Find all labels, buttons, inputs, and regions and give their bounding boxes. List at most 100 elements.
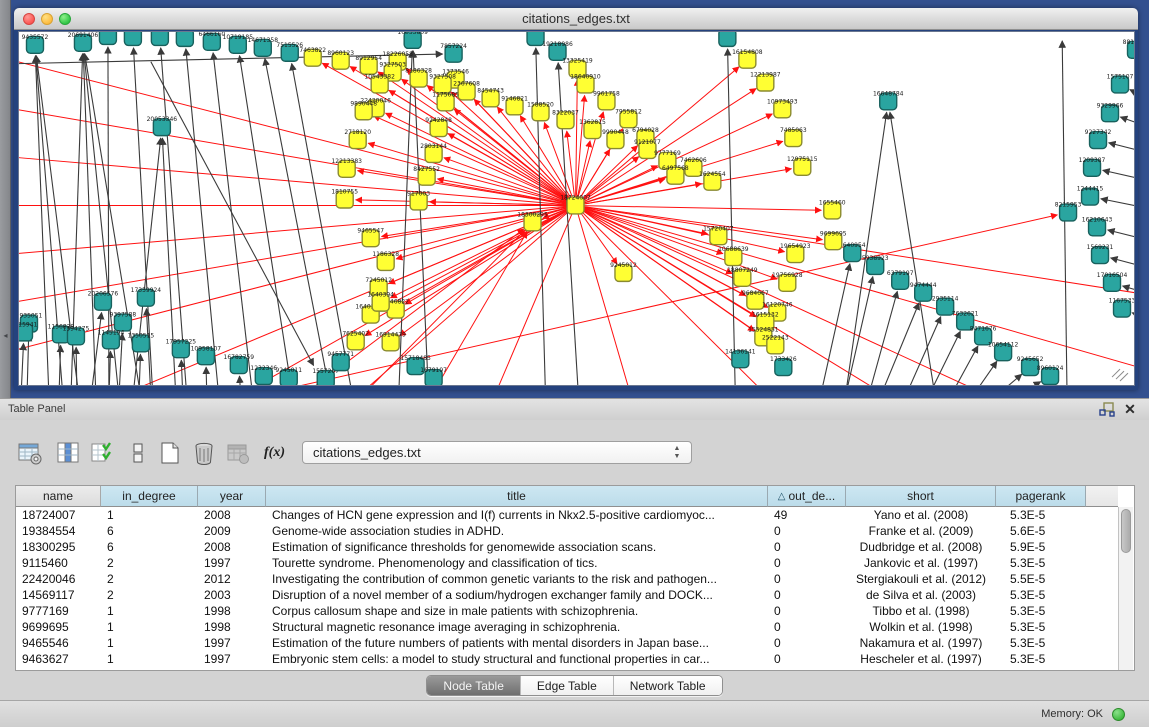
graph-node[interactable]: 10654112 — [988, 341, 1019, 360]
graph-node-selected[interactable]: 9961758 — [593, 90, 620, 109]
cell-in_degree[interactable]: 2 — [101, 555, 198, 571]
graph-node-selected[interactable]: 16154808 — [732, 49, 763, 68]
graph-node-selected[interactable]: 10688639 — [718, 246, 749, 265]
cell-name[interactable]: 9463627 — [16, 651, 101, 667]
graph-node-selected[interactable]: 8454743 — [477, 88, 504, 107]
table-row[interactable]: 1938455462009Genome-wide association stu… — [16, 523, 1118, 539]
cell-pagerank[interactable]: 5.3E-5 — [996, 555, 1086, 571]
cell-short[interactable]: Nakamura et al. (1997) — [846, 635, 996, 651]
table-row[interactable]: 946554611997Estimation of the future num… — [16, 635, 1118, 651]
column-header-name[interactable]: name — [16, 486, 101, 507]
window-titlebar[interactable]: citations_edges.txt — [14, 8, 1138, 30]
cell-year[interactable]: 2012 — [198, 571, 266, 587]
graph-node-selected[interactable]: 9245012 — [610, 262, 637, 281]
cell-year[interactable]: 2003 — [198, 587, 266, 603]
new-table-icon[interactable] — [158, 441, 182, 465]
graph-node[interactable]: 1167533 — [1109, 298, 1134, 317]
graph-node[interactable]: 8215953 — [1055, 202, 1082, 221]
cell-name[interactable]: 14569117 — [16, 587, 101, 603]
cell-pagerank[interactable]: 5.9E-5 — [996, 539, 1086, 555]
cell-name[interactable]: 9777169 — [16, 603, 101, 619]
cell-title[interactable]: Embryonic stem cells: a model to study s… — [266, 651, 768, 667]
cell-title[interactable]: Corpus callosum shape and size in male p… — [266, 603, 768, 619]
cell-pagerank[interactable]: 5.3E-5 — [996, 619, 1086, 635]
graph-node-selected[interactable]: 2718120 — [344, 129, 371, 148]
cell-year[interactable]: 2009 — [198, 523, 266, 539]
table-panel-header[interactable]: Table Panel ✕ — [0, 399, 1149, 420]
graph-node-selected[interactable]: 1186328 — [372, 251, 399, 270]
table-select-dropdown[interactable]: citations_edges.txt ▲▼ — [302, 441, 692, 464]
import-table-icon[interactable] — [226, 441, 250, 465]
column-header-year[interactable]: year — [198, 486, 266, 507]
graph-node[interactable]: 1527602 — [172, 32, 199, 46]
cell-pagerank[interactable]: 5.3E-5 — [996, 651, 1086, 667]
cell-short[interactable]: Yano et al. (2008) — [846, 507, 996, 523]
cell-name[interactable]: 18724007 — [16, 507, 101, 523]
table-header-row[interactable]: namein_degreeyeartitle△out_de...shortpag… — [16, 486, 1118, 507]
table-row[interactable]: 946362711997Embryonic stem cells: a mode… — [16, 651, 1118, 667]
side-panel-edge[interactable]: ◂ — [0, 0, 11, 398]
table-row[interactable]: 2242004622012Investigating the contribut… — [16, 571, 1118, 587]
cell-out_de[interactable]: 0 — [768, 619, 846, 635]
graph-node-selected[interactable]: 917003 — [407, 191, 430, 210]
table-row[interactable]: 1872400712008Changes of HCN gene express… — [16, 507, 1118, 523]
cell-out_de[interactable]: 0 — [768, 571, 846, 587]
cell-pagerank[interactable]: 5.6E-5 — [996, 523, 1086, 539]
graph-node-selected[interactable]: 10973493 — [767, 98, 798, 117]
tab-segmented-control[interactable]: Node TableEdge TableNetwork Table — [426, 675, 722, 696]
graph-node-selected[interactable]: 8912954 — [355, 55, 382, 74]
cell-in_degree[interactable]: 1 — [101, 619, 198, 635]
select-rows-icon[interactable] — [90, 441, 114, 465]
graph-node[interactable]: 7857224 — [440, 43, 467, 62]
graph-node[interactable]: 9463627 — [120, 32, 147, 45]
column-header-out_de[interactable]: △out_de... — [768, 486, 846, 507]
collapse-panel-icon[interactable]: ◂ — [1, 330, 10, 342]
cell-title[interactable]: Structural magnetic resonance image aver… — [266, 619, 768, 635]
cell-name[interactable]: 22420046 — [16, 571, 101, 587]
graph-node-selected[interactable]: 8322037 — [552, 109, 579, 128]
cell-name[interactable]: 9465546 — [16, 635, 101, 651]
cell-pagerank[interactable]: 5.5E-5 — [996, 571, 1086, 587]
delete-table-icon[interactable] — [192, 441, 216, 465]
column-header-pagerank[interactable]: pagerank — [996, 486, 1086, 507]
tab-node-table[interactable]: Node Table — [427, 676, 521, 695]
graph-node[interactable]: 1575107 — [1107, 74, 1134, 93]
table-vertical-scrollbar[interactable] — [1118, 507, 1133, 670]
graph-node[interactable]: 9245011 — [275, 367, 302, 385]
table-rows[interactable]: 1872400712008Changes of HCN gene express… — [16, 507, 1118, 670]
cell-in_degree[interactable]: 1 — [101, 603, 198, 619]
cell-out_de[interactable]: 0 — [768, 603, 846, 619]
float-panel-icon[interactable] — [1099, 402, 1115, 417]
graph-node[interactable]: 20691406 — [68, 32, 99, 51]
table-row[interactable]: 969969511998Structural magnetic resonanc… — [16, 619, 1118, 635]
network-canvas[interactable]: 9435572206914069465546946362710653287152… — [18, 31, 1135, 386]
cell-out_de[interactable]: 0 — [768, 651, 846, 667]
cell-name[interactable]: 9115460 — [16, 555, 101, 571]
cell-pagerank[interactable]: 5.3E-5 — [996, 507, 1086, 523]
cell-name[interactable]: 9699695 — [16, 619, 101, 635]
cell-out_de[interactable]: 0 — [768, 587, 846, 603]
cell-year[interactable]: 2008 — [198, 507, 266, 523]
cell-out_de[interactable]: 0 — [768, 523, 846, 539]
graph-node[interactable]: 9397588 — [110, 312, 137, 331]
graph-node[interactable]: 16648784 — [873, 90, 904, 109]
cell-year[interactable]: 1997 — [198, 555, 266, 571]
cell-short[interactable]: Wolkin et al. (1998) — [846, 619, 996, 635]
function-builder-icon[interactable]: f(x) — [264, 441, 294, 465]
network-view-window[interactable]: citations_edges.txt 94355722069140694655… — [14, 8, 1138, 390]
graph-node-selected[interactable]: 2803144 — [420, 143, 447, 162]
graph-node[interactable]: 5938923 — [862, 255, 889, 274]
graph-node[interactable]: 9465546 — [95, 32, 122, 44]
cell-short[interactable]: Stergiakouli et al. (2012) — [846, 571, 996, 587]
cell-short[interactable]: Franke et al. (2009) — [846, 523, 996, 539]
cell-year[interactable]: 2008 — [198, 539, 266, 555]
cell-in_degree[interactable]: 1 — [101, 651, 198, 667]
close-panel-icon[interactable]: ✕ — [1123, 401, 1137, 418]
cell-out_de[interactable]: 0 — [768, 539, 846, 555]
show-columns-icon[interactable] — [56, 441, 80, 465]
graph-node-selected[interactable]: 1588520 — [527, 101, 554, 120]
memory-ok-icon[interactable] — [1112, 708, 1125, 721]
table-row[interactable]: 1830029562008Estimation of significance … — [16, 539, 1118, 555]
graph-node-selected[interactable]: 12975115 — [787, 156, 818, 175]
cell-in_degree[interactable]: 1 — [101, 507, 198, 523]
